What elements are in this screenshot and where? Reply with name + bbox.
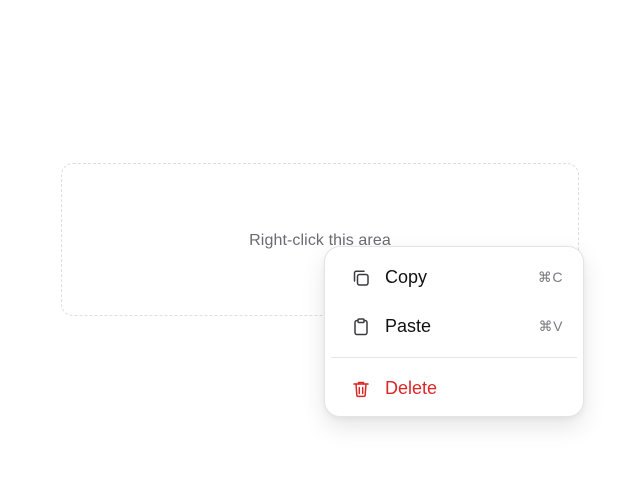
page: Right-click this area Copy ⌘C Paste ⌘V D… [0, 0, 640, 480]
menu-item-label: Delete [385, 378, 438, 398]
copy-icon [351, 268, 371, 288]
menu-item-copy[interactable]: Copy ⌘C [331, 253, 577, 302]
menu-item-delete[interactable]: Delete [331, 364, 577, 413]
menu-item-shortcut: ⌘C [537, 269, 563, 285]
trash-icon [351, 379, 371, 399]
clipboard-icon [351, 317, 371, 337]
context-menu: Copy ⌘C Paste ⌘V Delete [324, 246, 584, 417]
menu-divider [331, 357, 577, 358]
menu-item-paste[interactable]: Paste ⌘V [331, 302, 577, 351]
menu-item-label: Paste [385, 316, 432, 336]
menu-item-shortcut: ⌘V [538, 318, 563, 334]
menu-item-label: Copy [385, 267, 428, 287]
